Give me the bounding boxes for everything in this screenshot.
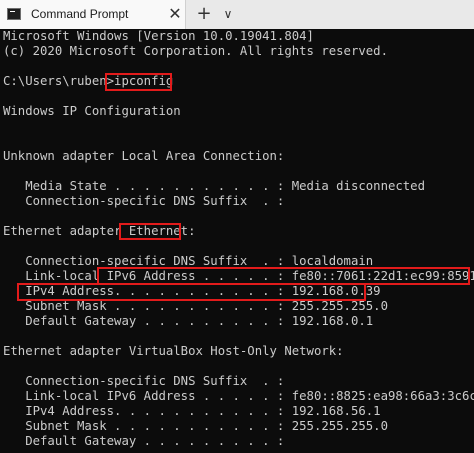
console-line: Default Gateway . . . . . . . . . : 192.… bbox=[3, 314, 374, 328]
console-line: Unknown adapter Local Area Connection: bbox=[3, 149, 285, 163]
console-line: Subnet Mask . . . . . . . . . . . : 255.… bbox=[3, 299, 388, 313]
tab-bar: Command Prompt ✕ + ∨ bbox=[0, 0, 474, 29]
console-icon bbox=[7, 8, 21, 20]
tab-title: Command Prompt bbox=[31, 7, 129, 21]
highlight-ipconfig-command bbox=[105, 73, 172, 91]
console-line: Windows IP Configuration bbox=[3, 104, 181, 118]
highlight-ipv4-address bbox=[17, 283, 366, 301]
console-line: Media State . . . . . . . . . . . : Medi… bbox=[3, 179, 425, 193]
close-icon[interactable]: ✕ bbox=[167, 5, 183, 23]
console-line: Microsoft Windows [Version 10.0.19041.80… bbox=[3, 29, 314, 43]
console-line: (c) 2020 Microsoft Corporation. All righ… bbox=[3, 44, 388, 58]
console-line: Connection-specific DNS Suffix . : bbox=[3, 194, 285, 208]
console-line: Default Gateway . . . . . . . . . : bbox=[3, 434, 285, 448]
chevron-down-icon[interactable]: ∨ bbox=[221, 5, 235, 23]
console-line: IPv4 Address. . . . . . . . . . . : 192.… bbox=[3, 404, 381, 418]
tab-command-prompt[interactable]: Command Prompt ✕ bbox=[0, 0, 186, 29]
terminal-output[interactable]: Microsoft Windows [Version 10.0.19041.80… bbox=[0, 29, 474, 453]
plus-icon[interactable]: + bbox=[195, 4, 213, 24]
console-line: Link-local IPv6 Address . . . . . : fe80… bbox=[3, 389, 474, 403]
console-line: Subnet Mask . . . . . . . . . . . : 255.… bbox=[3, 419, 388, 433]
highlight-ethernet-name bbox=[119, 223, 181, 240]
console-line: Ethernet adapter VirtualBox Host-Only Ne… bbox=[3, 344, 344, 358]
console-line: Connection-specific DNS Suffix . : bbox=[3, 374, 285, 388]
